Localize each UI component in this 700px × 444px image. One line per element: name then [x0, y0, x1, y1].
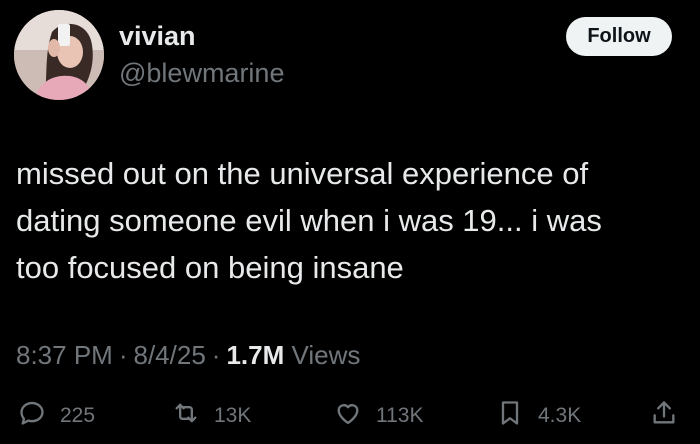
- tweet-text-line: missed out on the universal experience o…: [16, 156, 589, 191]
- bookmark-icon: [496, 399, 524, 433]
- display-name[interactable]: vivian: [119, 20, 196, 52]
- avatar[interactable]: [14, 10, 104, 100]
- reply-button[interactable]: 225: [18, 396, 95, 436]
- share-icon: [650, 399, 678, 433]
- views-count: 1.7M: [226, 340, 285, 370]
- tweet-text-line: dating someone evil when i was 19... i w…: [16, 203, 602, 238]
- reply-icon: [18, 399, 46, 433]
- like-button[interactable]: 113K: [334, 396, 424, 436]
- separator: ·: [211, 340, 221, 370]
- user-handle[interactable]: @blewmarine: [119, 57, 284, 89]
- tweet-text-line: too focused on being insane: [16, 250, 404, 285]
- tweet-date[interactable]: 8/4/25: [134, 340, 206, 370]
- heart-icon: [334, 399, 362, 433]
- repost-count: 13K: [214, 404, 252, 427]
- repost-icon: [172, 399, 200, 433]
- views-label: Views: [291, 340, 361, 370]
- tweet-time[interactable]: 8:37 PM: [16, 340, 113, 370]
- action-bar: 225 13K 113K 4.3K: [0, 396, 700, 436]
- tweet-text: missed out on the universal experience o…: [16, 150, 676, 291]
- separator: ·: [118, 340, 128, 370]
- bookmark-count: 4.3K: [538, 404, 582, 427]
- repost-button[interactable]: 13K: [172, 396, 251, 436]
- share-button[interactable]: [650, 396, 678, 436]
- follow-button[interactable]: Follow: [566, 17, 672, 56]
- like-count: 113K: [376, 404, 424, 427]
- reply-count: 225: [60, 404, 96, 427]
- tweet-metadata: 8:37 PM · 8/4/25 · 1.7M Views: [16, 337, 360, 373]
- bookmark-button[interactable]: 4.3K: [496, 396, 581, 436]
